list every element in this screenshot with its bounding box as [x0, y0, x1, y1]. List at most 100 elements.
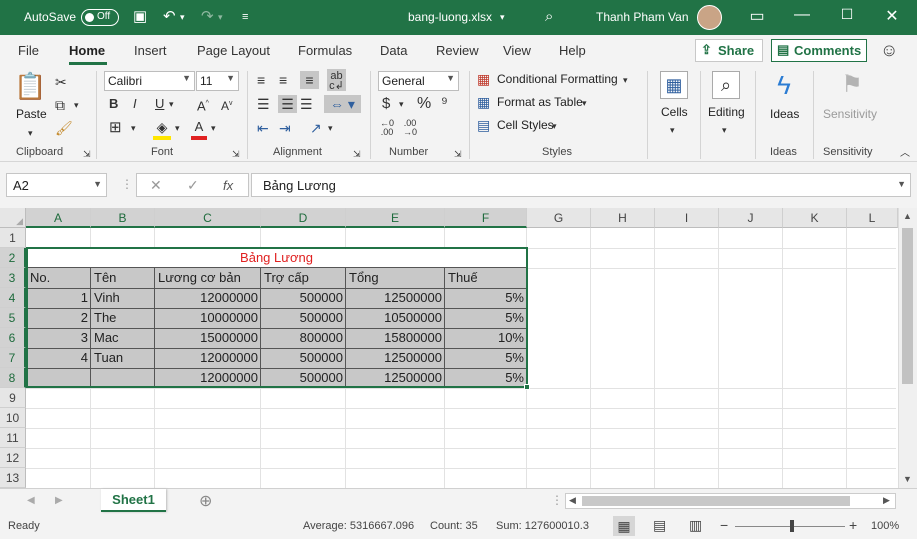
row-header-4[interactable]: 4 — [0, 288, 26, 308]
page-break-view-icon[interactable]: ▥ — [689, 517, 702, 534]
zoom-out-icon[interactable]: − — [720, 517, 728, 533]
clipboard-launcher-icon[interactable]: ⇲ — [83, 145, 91, 163]
tab-view[interactable]: View — [503, 43, 531, 58]
copy-icon[interactable]: ⧉ — [55, 96, 65, 114]
column-header-b[interactable]: B — [91, 208, 155, 228]
column-header-f[interactable]: F — [445, 208, 527, 228]
align-left-icon[interactable]: ☰ — [257, 95, 270, 113]
italic-icon[interactable]: I — [133, 95, 137, 113]
column-header-i[interactable]: I — [655, 208, 719, 228]
customize-qat-icon[interactable]: ≡ — [242, 8, 248, 26]
ideas-label[interactable]: Ideas — [770, 107, 799, 121]
format-as-table-dropdown-icon[interactable]: ▾ — [582, 94, 587, 112]
vertical-scrollbar[interactable]: ▲ ▼ — [898, 208, 917, 488]
row-header-11[interactable]: 11 — [0, 428, 26, 448]
add-sheet-icon[interactable]: ⊕ — [199, 491, 212, 511]
ribbon-display-icon[interactable]: ▭ — [747, 6, 767, 26]
scroll-left-icon[interactable]: ◀ — [569, 495, 576, 506]
underline-dropdown-icon[interactable]: ▾ — [169, 95, 174, 113]
increase-decimal-icon[interactable]: ←0.00 — [380, 119, 394, 137]
decrease-decimal-icon[interactable]: .00 →0 — [403, 119, 417, 137]
tab-review[interactable]: Review — [436, 43, 479, 58]
column-header-a[interactable]: A — [26, 208, 91, 228]
conditional-formatting-button[interactable]: Conditional Formatting — [497, 72, 618, 86]
editing-dropdown-icon[interactable]: ▾ — [722, 121, 727, 139]
format-as-table-icon[interactable]: ▦ — [477, 93, 490, 111]
file-name[interactable]: bang-luong.xlsx — [408, 10, 492, 24]
zoom-level[interactable]: 100% — [871, 520, 899, 532]
undo-dropdown-icon[interactable]: ▾ — [180, 8, 185, 26]
search-icon[interactable]: ⌕ — [545, 8, 553, 26]
comma-style-icon[interactable]: ⁹ — [441, 95, 448, 113]
merge-center-icon[interactable]: ⇔ ▾ — [324, 95, 361, 113]
cells-label[interactable]: Cells — [661, 105, 688, 119]
currency-icon[interactable]: $ — [382, 95, 390, 113]
increase-font-icon[interactable]: A^ — [197, 95, 209, 115]
cells-icon[interactable]: ▦ — [660, 71, 688, 99]
fill-color-icon[interactable]: ◈ — [153, 118, 171, 140]
paste-label[interactable]: Paste — [16, 107, 47, 121]
tab-formulas[interactable]: Formulas — [298, 43, 352, 58]
font-color-icon[interactable]: A — [191, 118, 207, 140]
orientation-icon[interactable]: ↗ — [310, 119, 322, 137]
normal-view-icon[interactable]: ▦ — [613, 516, 635, 536]
scroll-up-icon[interactable]: ▲ — [903, 211, 912, 221]
close-icon[interactable]: ✕ — [882, 6, 902, 26]
column-header-c[interactable]: C — [155, 208, 261, 228]
row-header-13[interactable]: 13 — [0, 468, 26, 488]
comments-button[interactable]: ▤ Comments — [771, 39, 867, 62]
sheet-tab-sheet1[interactable]: Sheet1 — [101, 489, 166, 512]
collapse-ribbon-icon[interactable]: ︿ — [900, 145, 910, 163]
cut-icon[interactable]: ✂ — [55, 73, 67, 91]
cell-styles-icon[interactable]: ▤ — [477, 116, 490, 134]
orientation-dropdown-icon[interactable]: ▾ — [328, 119, 333, 137]
horizontal-scroll-thumb[interactable] — [582, 496, 850, 506]
horizontal-scrollbar[interactable]: ◀ ▶ — [565, 493, 896, 509]
decrease-indent-icon[interactable]: ⇤ — [257, 119, 269, 137]
cancel-icon[interactable]: ✕ — [150, 177, 162, 194]
next-sheet-icon[interactable]: ▶ — [55, 495, 63, 506]
fill-color-dropdown-icon[interactable]: ▾ — [175, 119, 180, 137]
row-header-2[interactable]: 2 — [0, 248, 26, 268]
chevron-down-icon[interactable]: ▼ — [93, 179, 102, 189]
alignment-launcher-icon[interactable]: ⇲ — [353, 145, 361, 163]
tab-help[interactable]: Help — [559, 43, 586, 58]
column-header-k[interactable]: K — [783, 208, 847, 228]
align-center-icon[interactable]: ☰ — [278, 95, 297, 113]
copy-dropdown-icon[interactable]: ▾ — [74, 96, 79, 114]
borders-icon[interactable]: ⊞ — [109, 119, 122, 137]
status-average[interactable]: Average: 5316667.096 — [303, 520, 414, 532]
row-header-9[interactable]: 9 — [0, 388, 26, 408]
feedback-smiley-icon[interactable]: ☺ — [880, 40, 898, 61]
row-header-8[interactable]: 8 — [0, 368, 26, 388]
enter-icon[interactable]: ✓ — [187, 177, 199, 194]
align-top-icon[interactable]: ≡ — [257, 71, 265, 89]
user-avatar[interactable] — [697, 5, 722, 30]
format-as-table-button[interactable]: Format as Table — [497, 95, 583, 109]
number-format-select[interactable]: General ▼ — [378, 71, 459, 91]
undo-icon[interactable]: ↶ — [163, 8, 176, 26]
paste-icon[interactable]: 📋 — [14, 71, 46, 101]
vertical-scroll-thumb[interactable] — [902, 228, 913, 384]
user-name[interactable]: Thanh Pham Van — [596, 10, 689, 24]
decrease-font-icon[interactable]: Av — [221, 95, 233, 115]
fill-handle[interactable] — [524, 384, 530, 390]
row-header-7[interactable]: 7 — [0, 348, 26, 368]
align-bottom-icon[interactable]: ≡ — [300, 71, 319, 89]
maximize-icon[interactable]: ☐ — [837, 6, 857, 26]
tab-page-layout[interactable]: Page Layout — [197, 43, 270, 58]
save-icon[interactable]: ▣ — [133, 8, 147, 26]
status-sum[interactable]: Sum: 127600010.3 — [496, 520, 589, 532]
status-count[interactable]: Count: 35 — [430, 520, 478, 532]
font-color-dropdown-icon[interactable]: ▾ — [211, 119, 216, 137]
column-header-e[interactable]: E — [346, 208, 445, 228]
formula-input[interactable]: Bảng Lương ▼ — [251, 173, 911, 197]
conditional-formatting-icon[interactable]: ▦ — [477, 70, 490, 88]
row-header-5[interactable]: 5 — [0, 308, 26, 328]
select-all-corner[interactable]: ◢ — [0, 208, 26, 228]
name-box[interactable]: A2 ▼ — [6, 173, 107, 197]
expand-formula-icon[interactable]: ▼ — [897, 179, 906, 189]
cell-styles-button[interactable]: Cell Styles — [497, 118, 554, 132]
align-right-icon[interactable]: ☰ — [300, 95, 313, 113]
more-options-icon[interactable]: ⋮ — [121, 177, 133, 191]
